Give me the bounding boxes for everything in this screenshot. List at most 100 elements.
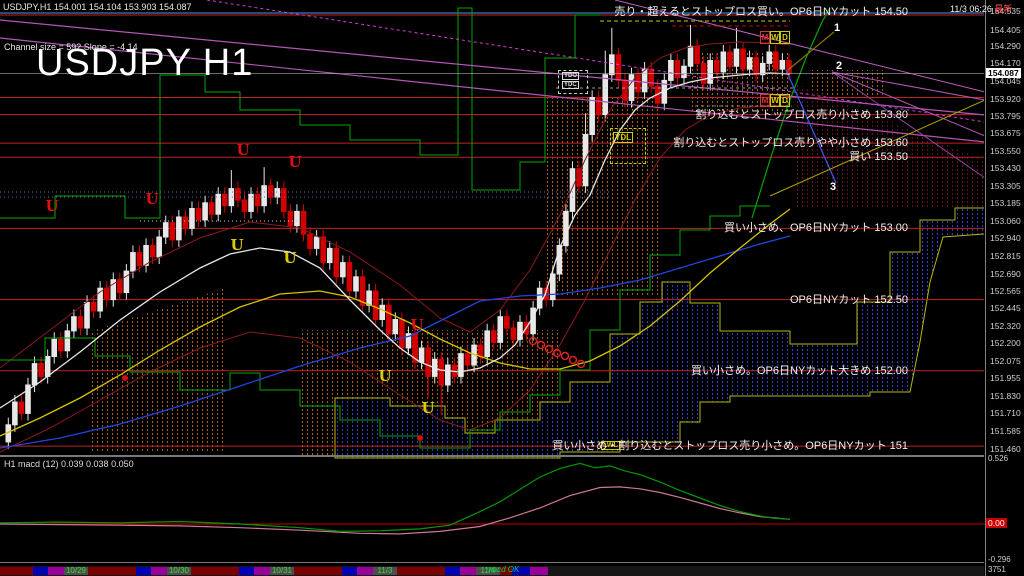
candle-up [780,61,785,70]
candle-up [669,61,674,81]
candle-up [275,189,280,198]
candle-down [150,246,155,257]
session-segment [239,567,254,575]
candle-up [485,331,490,357]
pivot-label-m: M [760,31,770,44]
price-axis-label: 153.185 [990,198,1021,208]
candle-up [419,348,424,362]
candle-down [754,58,759,75]
annotation-buy-15350: 買い 153.50 [849,148,908,164]
pivot-label-d: D [780,31,790,44]
candle-down [373,291,378,320]
candle-down [222,194,227,205]
candle-up [629,75,634,101]
chart-canvas[interactable]: UUUUUUUUU [0,0,1024,576]
horseshoe-yellow-icon: U [230,236,243,254]
session-segment [530,567,548,575]
channel-info-label: Channel size = 592 Slope = -4.14 [4,42,138,52]
candle-up [531,308,536,334]
price-axis-label: 153.060 [990,216,1021,226]
trendline-gold [788,32,834,70]
candle-down [347,263,352,291]
price-axis-label: 152.940 [990,233,1021,243]
red-circle-marker [562,353,569,360]
candle-down [282,189,287,212]
pivot-label-ydl: YDL [613,132,633,143]
candle-up [354,277,359,291]
price-axis-label: 153.675 [990,128,1021,138]
candle-up [590,98,595,135]
price-axis-label: 154.405 [990,25,1021,35]
macd-axis-max: 0.526 [988,454,1008,463]
horseshoe-red-icon: U [288,153,301,171]
candle-down [774,52,779,69]
macd-signal-line [0,487,790,534]
horseshoe-yellow-icon: U [421,399,434,417]
candle-down [741,49,746,69]
candle-down [491,331,496,342]
price-axis-label: 154.290 [990,41,1021,51]
candle-down [19,402,24,413]
candle-up [85,302,90,328]
timeline-date-label: 10/29 [66,566,86,575]
candle-down [787,61,792,74]
mt4-chart-window[interactable]: UUUUUUUUU USDJPY,H1 154.001 154.104 153.… [0,0,1024,576]
annotation-opcut-15250: OP6日NYカット 152.50 [790,291,908,307]
candle-down [91,302,96,311]
candle-down [255,194,260,205]
pivot-label-w: W [770,31,780,44]
candle-down [511,328,516,339]
candle-down [439,359,444,385]
candle-up [124,271,129,292]
price-axis-label: 151.710 [990,408,1021,418]
candle-up [295,211,300,225]
annotation-buy-151: 買い小さめ・割り込むとストップロス売り小さめ。OP6日NYカット 151 [552,437,908,453]
candle-up [203,203,208,220]
candle-down [714,61,719,72]
price-axis-label: 152.815 [990,251,1021,261]
annotation-buy-15200: 買い小さめ。OP6日NYカット大きめ 152.00 [691,362,908,378]
candle-up [610,55,615,75]
candle-down [695,46,700,63]
session-segment [254,567,270,575]
red-circle-marker [570,357,577,364]
candle-up [157,237,162,257]
candle-down [196,209,201,220]
horseshoe-yellow-icon: U [283,249,296,267]
horseshoe-red-icon: U [236,141,249,159]
session-segment [357,567,373,575]
candle-up [65,331,70,351]
candle-down [426,348,431,376]
price-axis-label: 154.170 [990,58,1021,68]
candle-down [334,248,339,276]
candle-down [386,305,391,333]
candle-down [268,186,273,197]
annotation-stop-15380: 割り込むとストップロス売り小さめ 153.80 [695,106,908,122]
current-price-badge: 154.087 [986,68,1021,78]
session-segment [48,567,64,575]
candle-up [459,354,464,377]
red-dot-marker [417,435,423,441]
candle-up [177,217,182,240]
candle-down [675,61,680,78]
symbol-quote-line: USDJPY,H1 154.001 154.104 153.903 154.08… [3,2,192,12]
horseshoe-yellow-icon: U [378,367,391,385]
candle-down [236,189,241,200]
candle-down [505,317,510,328]
candle-up [767,52,772,63]
price-axis-label: 152.075 [990,356,1021,366]
session-segment [136,567,151,575]
session-segment [0,567,33,575]
price-axis-label: 152.200 [990,338,1021,348]
candle-down [137,253,142,266]
macd-indicator-label: H1 macd (12) 0.039 0.038 0.050 [4,459,134,469]
annotation-sell-15450: 売り・超えるとストップロス買い。OP6日NYカット 154.50 [614,3,908,19]
last-updated-label: 11/3 06:26 最新 [950,2,1012,15]
price-axis-label: 152.690 [990,269,1021,279]
session-segment [342,567,357,575]
session-segment [191,567,239,575]
pivot-label-ydc: YDC [562,81,579,89]
candle-down [478,345,483,356]
session-segment [397,567,445,575]
session-segment [88,567,136,575]
